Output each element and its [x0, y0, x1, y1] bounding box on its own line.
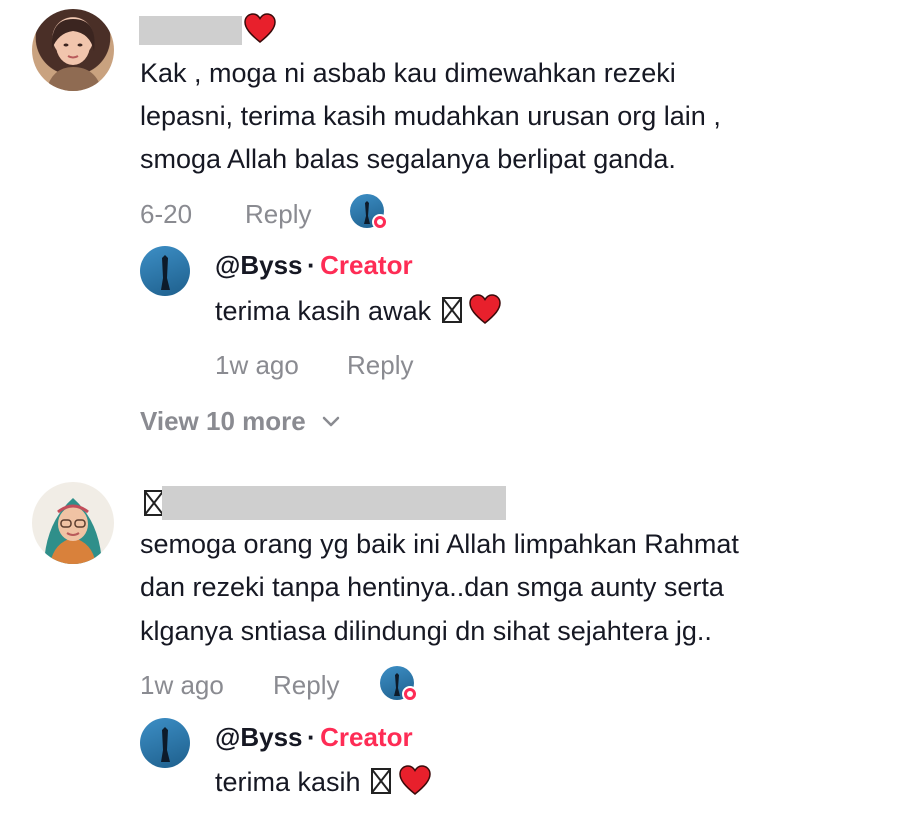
reply-button[interactable]: Reply — [245, 199, 311, 230]
creator-username[interactable]: @Byss — [215, 722, 303, 752]
commenter-avatar-image — [44, 498, 102, 564]
reply-date: 1w ago — [215, 350, 299, 380]
creator-badge: Creator — [320, 250, 413, 280]
reply-text-content: terima kasih awak — [215, 296, 432, 326]
heart-emoji-icon — [398, 765, 431, 795]
creator-avatar[interactable] — [140, 718, 190, 768]
chevron-down-icon — [322, 416, 340, 427]
reply-button[interactable]: Reply — [347, 350, 413, 381]
reply-header: @Byss · Creator — [215, 722, 413, 753]
separator-dot: · — [306, 250, 316, 280]
reply-text: terima kasih awak — [215, 290, 501, 333]
redacted-username — [139, 16, 242, 45]
creator-username[interactable]: @Byss — [215, 250, 303, 280]
comment-text-line: lepasni, terima kasih mudahkan urusan or… — [140, 101, 721, 131]
reply-text: terima kasih — [215, 761, 431, 804]
missing-glyph-icon — [144, 490, 164, 516]
redacted-username — [162, 486, 506, 520]
comment-2: semoga orang yg baik ini Allah limpahkan… — [0, 0, 900, 797]
separator-dot: · — [306, 722, 316, 752]
missing-glyph-icon — [371, 768, 392, 794]
creator-avatar[interactable] — [140, 246, 190, 296]
reply-text-content: terima kasih — [215, 767, 361, 797]
view-more-replies-button[interactable]: View 10 more — [140, 406, 341, 437]
creator-avatar-image — [161, 255, 170, 290]
comment-date: 1w ago — [140, 670, 224, 700]
commenter-avatar[interactable] — [32, 482, 114, 564]
missing-glyph-icon — [441, 297, 462, 323]
creator-badge: Creator — [320, 722, 413, 752]
reply-header: @Byss · Creator — [215, 250, 413, 281]
view-more-label: View 10 more — [140, 406, 306, 436]
heart-emoji-icon — [469, 294, 501, 324]
comment-date: 6-20 — [140, 199, 193, 229]
comment-text-line: semoga orang yg baik ini Allah limpahkan… — [140, 529, 739, 559]
comment-text-line: klganya sntiasa dilindungi dn sihat seja… — [140, 616, 712, 646]
comment-text-line: dan rezeki tanpa hentinya..dan smga aunt… — [140, 572, 724, 602]
creator-liked-icon — [380, 666, 420, 706]
creator-avatar-image — [161, 727, 170, 762]
commenter-avatar[interactable] — [32, 9, 114, 91]
heart-emoji-icon — [244, 13, 276, 43]
commenter-avatar-image — [46, 19, 102, 91]
creator-liked-icon — [350, 194, 390, 234]
reply-button[interactable]: Reply — [273, 670, 339, 701]
comment-text-line: Kak , moga ni asbab kau dimewahkan rezek… — [140, 58, 676, 88]
comment-text-line: smoga Allah balas segalanya berlipat gan… — [140, 144, 676, 174]
